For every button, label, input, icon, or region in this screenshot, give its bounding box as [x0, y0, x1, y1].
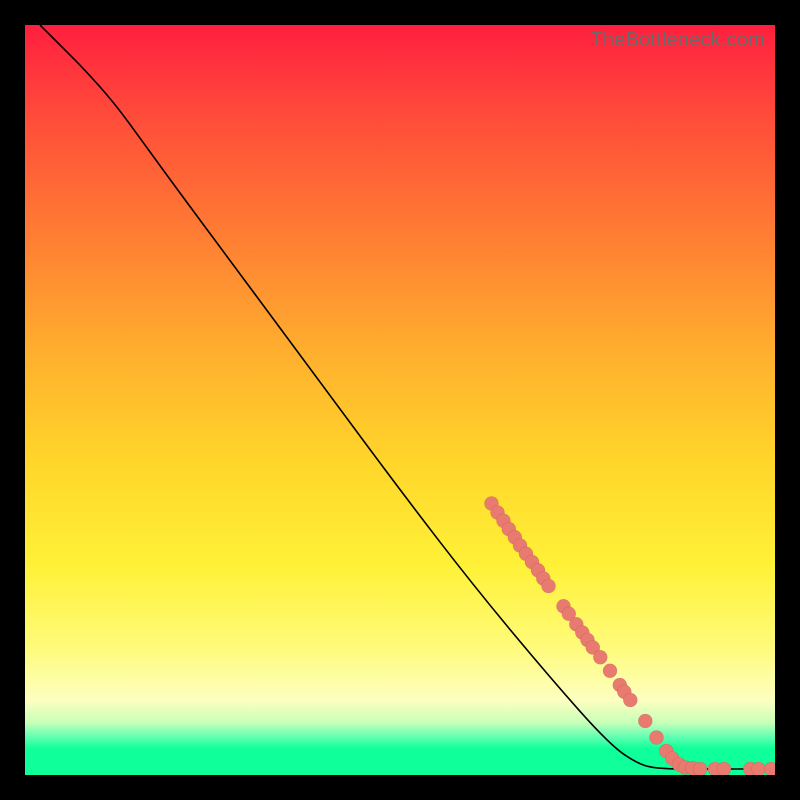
data-point	[542, 579, 556, 593]
plot-area: TheBottleneck.com	[25, 25, 775, 775]
data-point	[752, 762, 766, 775]
data-point	[764, 762, 775, 775]
data-point	[638, 714, 652, 728]
data-point	[717, 762, 731, 775]
data-point	[593, 650, 607, 664]
chart-frame: TheBottleneck.com	[0, 0, 800, 800]
data-point	[650, 731, 664, 745]
chart-overlay	[25, 25, 775, 775]
data-point	[603, 664, 617, 678]
data-point	[623, 693, 637, 707]
data-point	[693, 762, 707, 775]
bottleneck-curve	[40, 25, 775, 769]
data-markers	[485, 497, 776, 776]
